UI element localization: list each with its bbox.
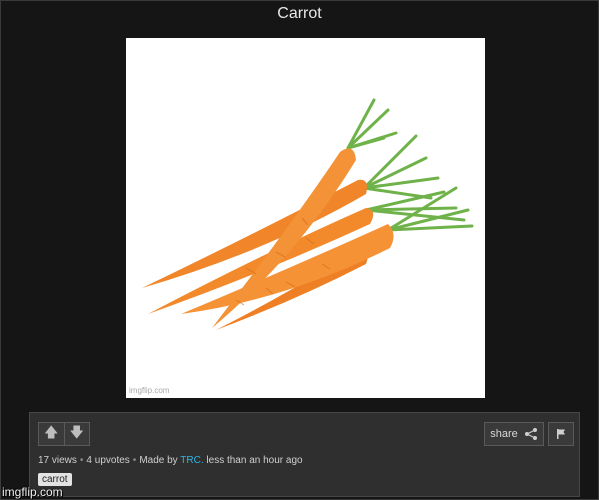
upvotes-count: 4 upvotes (86, 455, 130, 466)
downvote-button[interactable]: 🡇 (63, 423, 90, 445)
meme-image[interactable]: imgflip.com (126, 38, 485, 398)
arrow-up-icon: 🡅 (44, 424, 59, 440)
flag-button[interactable] (548, 422, 574, 446)
post-stats: 17 views • 4 upvotes • Made by TRC. less tha… (38, 455, 303, 466)
share-icon (524, 428, 537, 440)
page-watermark: imgflip.com (2, 485, 63, 499)
upvote-button[interactable]: 🡅 (39, 423, 64, 445)
vote-buttons: 🡅 🡇 (38, 422, 90, 446)
flag-icon (557, 429, 565, 439)
image-watermark: imgflip.com (129, 386, 170, 395)
post-title: Carrot (277, 5, 322, 22)
post-time: less than an hour ago (206, 455, 303, 466)
carrot-illustration (142, 98, 474, 330)
post-info-panel: 🡅 🡇 share 17 views • 4 upvotes • Made by TRC… (29, 412, 580, 497)
share-button[interactable]: share (484, 422, 544, 446)
views-count: 17 views (38, 455, 77, 466)
made-by-label: Made by (139, 455, 178, 466)
share-label: share (490, 428, 518, 440)
arrow-down-icon: 🡇 (69, 424, 84, 440)
author-link[interactable]: TRC. (180, 455, 203, 466)
